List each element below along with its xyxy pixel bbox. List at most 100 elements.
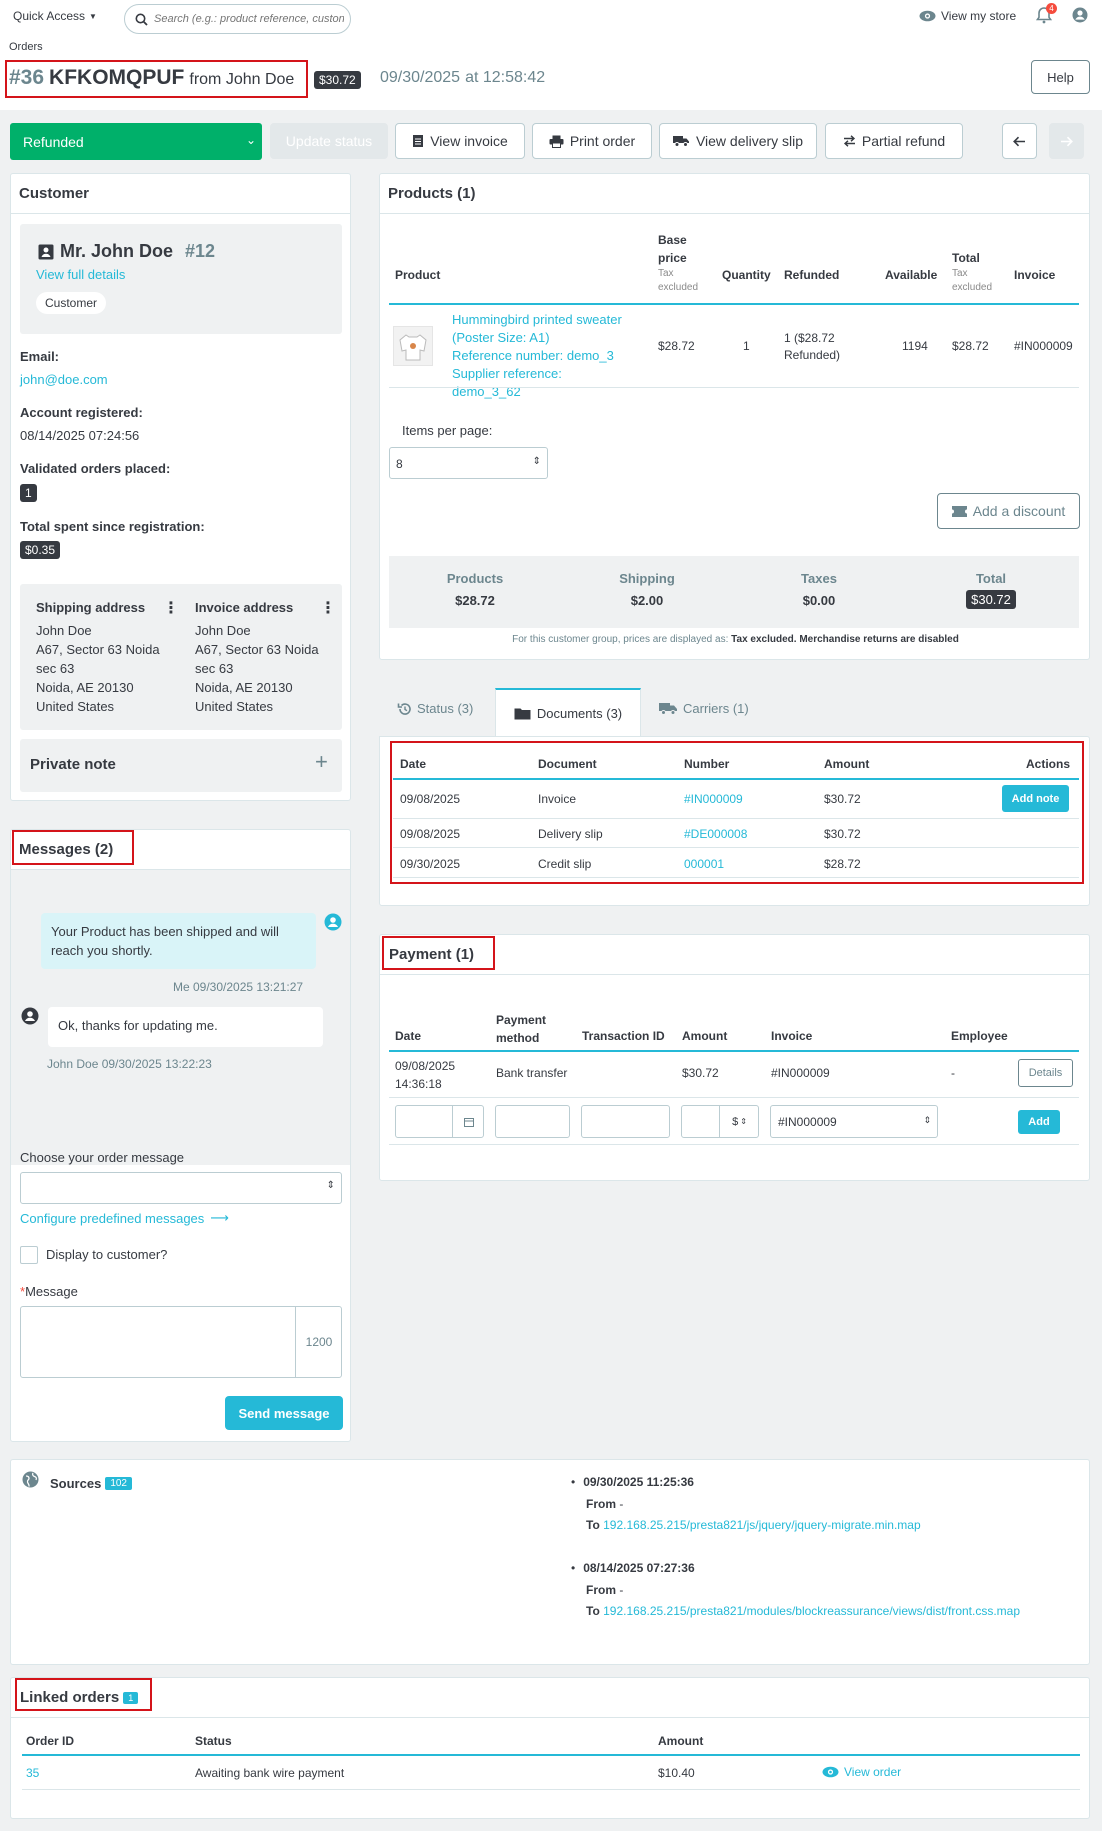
summary-taxes-label: Taxes [801, 571, 837, 586]
quick-access-dropdown[interactable]: Quick Access ▼ [13, 9, 97, 23]
eye-icon [919, 10, 936, 22]
email-label: Email: [20, 349, 60, 364]
search-box[interactable] [124, 4, 351, 34]
account-icon[interactable] [1072, 7, 1088, 23]
message-meta-me: Me 09/30/2025 13:21:27 [173, 980, 304, 994]
view-store-label: View my store [941, 9, 1017, 23]
payment-details-button[interactable]: Details [1018, 1059, 1073, 1087]
ticket-icon [951, 505, 967, 517]
source-url-link[interactable]: 192.168.25.215/presta821/modules/blockre… [603, 1604, 1020, 1618]
source-url-link[interactable]: 192.168.25.215/presta821/js/jquery/jquer… [603, 1518, 921, 1532]
view-order-link[interactable]: View order [822, 1765, 901, 1779]
notification-count-badge: 4 [1046, 3, 1057, 14]
partial-refund-button[interactable]: Partial refund [825, 123, 963, 159]
source-from-value: - [619, 1496, 624, 1511]
calendar-icon [463, 1117, 474, 1127]
payment-date: 09/08/2025 14:36:18 [395, 1059, 456, 1091]
product-reference: Reference number: demo_3 [452, 348, 614, 363]
col-total: Total Tax excluded [952, 249, 992, 295]
tab-status[interactable]: Status (3) [397, 701, 473, 716]
highlight-box [390, 741, 1084, 884]
source-date-row: • 08/14/2025 07:27:36 [571, 1558, 1020, 1580]
view-store-link[interactable]: View my store [919, 9, 1016, 23]
partial-refund-label: Partial refund [861, 133, 946, 149]
view-delivery-slip-button[interactable]: View delivery slip [659, 123, 817, 159]
breadcrumb[interactable]: Orders [9, 41, 43, 53]
divider [389, 387, 1079, 388]
print-order-button[interactable]: Print order [532, 123, 652, 159]
registered-label: Account registered: [20, 405, 143, 420]
new-payment-transaction-input[interactable] [581, 1105, 670, 1138]
validated-orders-label: Validated orders placed: [20, 461, 171, 476]
currency-select[interactable]: $ ⇕ [719, 1106, 759, 1137]
view-full-details-link[interactable]: View full details [36, 267, 125, 282]
send-message-button[interactable]: Send message [225, 1396, 343, 1430]
invoice-line: John Doe [195, 623, 251, 638]
new-payment-amount-input[interactable]: $ ⇕ [681, 1105, 759, 1138]
invoice-more-icon[interactable]: ⋮ [320, 598, 336, 618]
new-payment-date-input[interactable] [395, 1105, 484, 1138]
messages-card: Messages (2) Your Product has been shipp… [10, 829, 351, 1442]
shipping-more-icon[interactable]: ⋮ [163, 598, 179, 618]
plus-icon[interactable]: + [315, 749, 328, 775]
product-refunded: 1 ($28.72 Refunded) [784, 331, 841, 362]
col-base-price-label: Base price [658, 233, 687, 265]
product-thumbnail [393, 326, 433, 366]
tab-documents[interactable]: Documents (3) [495, 688, 641, 737]
linked-orders-title: Linked orders 1 [11, 1678, 1089, 1718]
previous-order-button[interactable] [1002, 123, 1037, 159]
truck-icon [672, 136, 689, 147]
source-from-row: From - [571, 1494, 921, 1516]
message-textarea[interactable]: 1200 [20, 1306, 342, 1378]
configure-messages-link[interactable]: Configure predefined messages ⟶ [20, 1210, 229, 1226]
chevron-down-icon: ⌄ [245, 133, 256, 147]
eye-icon [822, 1766, 839, 1778]
private-note-box[interactable]: Private note + [20, 739, 342, 792]
next-order-button[interactable] [1049, 123, 1084, 159]
order-message-select[interactable]: ⇕ [20, 1172, 342, 1204]
shipping-line: United States [36, 699, 115, 714]
new-payment-invoice-select[interactable]: #IN000009 ⇕ [770, 1105, 938, 1138]
highlight-box [382, 936, 495, 970]
tab-carriers[interactable]: Carriers (1) [659, 701, 749, 716]
order-status-select[interactable]: Refunded ⌄ [10, 123, 262, 160]
search-input[interactable] [154, 13, 344, 25]
view-invoice-button[interactable]: View invoice [395, 123, 525, 159]
notifications-button[interactable]: 4 [1035, 3, 1057, 27]
globe-icon [22, 1471, 39, 1488]
source-from-label: From [586, 1496, 616, 1511]
add-discount-button[interactable]: Add a discount [937, 493, 1080, 529]
prices-note-b: Tax excluded. [731, 634, 797, 645]
display-to-customer-checkbox[interactable] [20, 1246, 38, 1264]
help-button[interactable]: Help [1031, 60, 1090, 94]
print-order-label: Print order [569, 133, 636, 149]
source-from-label: From [586, 1582, 616, 1597]
new-payment-method-input[interactable] [495, 1105, 570, 1138]
add-payment-button[interactable]: Add [1018, 1110, 1060, 1134]
col-total-tax-note: Tax excluded [952, 268, 993, 293]
new-payment-invoice-value: #IN000009 [778, 1115, 837, 1129]
invoice-address: John Doe A67, Sector 63 Noida sec 63 Noida,… [195, 621, 319, 716]
source-to-row: To 192.168.25.215/presta821/modules/bloc… [571, 1601, 1020, 1623]
character-counter: 1200 [295, 1306, 342, 1378]
calendar-button[interactable] [452, 1106, 484, 1137]
messages-thread: Your Product has been shipped and will r… [11, 870, 350, 1165]
addresses-box: Shipping address ⋮ John Doe A67, Sector 6… [20, 584, 342, 730]
prices-note-c: Merchandise returns are disabled [799, 634, 959, 645]
customer-id: #12 [185, 241, 216, 261]
update-status-button[interactable]: Update status [270, 123, 388, 159]
items-per-page-select[interactable]: 8 ⇕ [389, 447, 548, 479]
summary-total-label: Total [975, 571, 1007, 586]
customer-email-link[interactable]: john@doe.com [20, 372, 108, 387]
shipping-line: A67, Sector 63 Noida [36, 642, 160, 657]
linked-order-status: Awaiting bank wire payment [195, 1766, 345, 1780]
prices-note: For this customer group, prices are disp… [380, 634, 1091, 645]
search-icon [135, 13, 148, 26]
configure-messages-label: Configure predefined messages [20, 1210, 205, 1226]
shipping-line: sec 63 [36, 661, 75, 676]
order-status-value: Refunded [23, 133, 84, 150]
linked-order-id-link[interactable]: 35 [26, 1766, 39, 1780]
invoice-line: sec 63 [195, 661, 234, 676]
divider [389, 1097, 1079, 1098]
linked-order-amount: $10.40 [658, 1766, 695, 1780]
